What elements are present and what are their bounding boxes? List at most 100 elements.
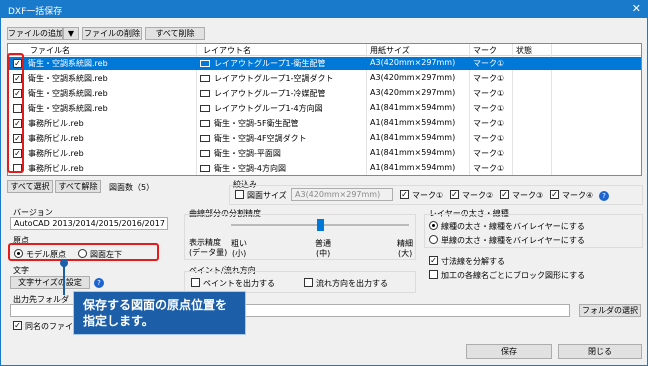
cell-file: 事務所ビル.reb — [28, 134, 84, 143]
cell-layout: 衛生・空調-平面図 — [214, 149, 281, 158]
paint-label: ペイントを出力する — [203, 279, 275, 288]
layout-icon — [200, 105, 210, 112]
delete-all-button[interactable]: すべて削除 — [145, 27, 205, 40]
cell-layout: 衛生・空調-5F衛生配管 — [214, 119, 299, 128]
table-row[interactable]: ✓ 事務所ビル.reb 衛生・空調-平面図 A1(841mm×594mm) マーク① — [8, 147, 641, 160]
table-row[interactable]: ✓ 事務所ビル.reb 衛生・空調-4F空調ダクト A1(841mm×594mm) マー… — [8, 132, 641, 145]
version-select[interactable]: AutoCAD 2013/2014/2015/2016/2017 — [10, 217, 168, 230]
add-file-button[interactable]: ファイルの追加 — [7, 27, 63, 40]
col-paper[interactable]: 用紙サイズ — [370, 45, 410, 56]
layout-icon — [200, 150, 210, 157]
flow-checkbox[interactable] — [304, 278, 313, 287]
checkbox-column-highlight — [7, 53, 24, 173]
dim-label: 寸法線を分解する — [441, 257, 505, 266]
mark-filter-label: マーク② — [462, 191, 494, 200]
help-icon-text[interactable]: ? — [94, 278, 104, 288]
mark-filter-label: マーク④ — [562, 191, 594, 200]
col-layout[interactable]: レイアウト名 — [203, 45, 251, 56]
mark-filter-checkbox[interactable]: ✓ — [550, 190, 559, 199]
select-all-button[interactable]: すべて選択 — [7, 180, 53, 193]
cell-layout: レイアウトグループ1-衛生配管 — [214, 59, 326, 68]
table-row[interactable]: ✓ 衛生・空調系統図.reb レイアウトグループ1-衛生配管 A3(420mm×297… — [8, 57, 641, 70]
cell-layout: レイアウトグループ1-冷媒配管 — [214, 89, 326, 98]
callout-line1: 保存する図面の原点位置を — [83, 298, 228, 312]
paint-checkbox[interactable] — [191, 278, 200, 287]
window-title: DXF一括保存 — [8, 7, 63, 17]
layer-opt1-radio[interactable] — [429, 221, 438, 230]
cell-file: 衛生・空調系統図.reb — [28, 104, 108, 113]
cell-mark: マーク① — [473, 149, 505, 158]
cell-file: 衛生・空調系統図.reb — [28, 89, 108, 98]
cell-layout: 衛生・空調-4F空調ダクト — [214, 134, 307, 143]
mark-filter-checkbox[interactable]: ✓ — [500, 190, 509, 199]
title-bar: DXF一括保存 ✕ — [1, 1, 647, 18]
col-status[interactable]: 状態 — [516, 45, 532, 56]
layout-icon — [200, 135, 210, 142]
cell-mark: マーク① — [473, 104, 505, 113]
mark-filter-label: マーク① — [412, 191, 444, 200]
cell-layout: 衛生・空調-4方向図 — [214, 164, 286, 173]
cell-mark: マーク① — [473, 74, 505, 83]
cell-mark: マーク① — [473, 89, 505, 98]
paper-size-checkbox[interactable] — [235, 190, 244, 199]
table-row[interactable]: ✓ 事務所ビル.reb 衛生・空調-5F衛生配管 A1(841mm×594mm) マーク… — [8, 117, 641, 130]
layout-icon — [200, 75, 210, 82]
cell-paper: A1(841mm×594mm) — [370, 163, 456, 172]
cell-paper: A1(841mm×594mm) — [370, 118, 456, 127]
col-mark[interactable]: マーク — [473, 45, 497, 56]
cell-paper: A3(420mm×297mm) — [370, 58, 456, 67]
subtick-medium: (中) — [316, 249, 331, 258]
cell-mark: マーク① — [473, 164, 505, 173]
dxf-save-dialog: DXF一括保存 ✕ ファイルの追加 ▼ ファイルの削除 すべて削除 ファイル名 … — [0, 0, 648, 366]
file-list-header: ファイル名 レイアウト名 用紙サイズ マーク 状態 — [8, 44, 641, 56]
dim-checkbox[interactable]: ✓ — [429, 256, 438, 265]
mark-filter-checkbox[interactable]: ✓ — [400, 190, 409, 199]
layer-opt1-label: 線種の太さ・線種をバイレイヤーにする — [441, 222, 585, 231]
table-row[interactable]: ✓ 衛生・空調系統図.reb レイアウトグループ1-空調ダクト A3(420mm×29… — [8, 72, 641, 85]
cell-mark: マーク① — [473, 119, 505, 128]
mark-filter-label: マーク③ — [512, 191, 544, 200]
cell-file: 衛生・空調系統図.reb — [28, 59, 108, 68]
same-name-checkbox[interactable]: ✓ — [13, 321, 22, 330]
chevron-down-icon[interactable]: ▼ — [63, 27, 79, 40]
col-file[interactable]: ファイル名 — [30, 45, 70, 56]
close-button[interactable]: 閉じる — [558, 344, 642, 359]
table-row[interactable]: ✓ 衛生・空調系統図.reb レイアウトグループ1-冷媒配管 A3(420mm×297… — [8, 87, 641, 100]
table-row[interactable]: 衛生・空調系統図.reb レイアウトグループ1-4方向図 A1(841mm×594m… — [8, 102, 641, 115]
cell-file: 事務所ビル.reb — [28, 149, 84, 158]
cell-mark: マーク① — [473, 134, 505, 143]
flow-label: 流れ方向を出力する — [316, 279, 388, 288]
block-label: 加工の各線名ごとにブロック図形にする — [441, 271, 586, 280]
callout-pointer-line — [63, 265, 65, 295]
text-size-button[interactable]: 文字サイズの設定 — [10, 276, 90, 289]
block-checkbox[interactable] — [429, 270, 438, 279]
origin-highlight — [8, 243, 159, 261]
table-row[interactable]: 事務所ビル.reb 衛生・空調-4方向図 A1(841mm×594mm) マーク① — [8, 162, 641, 175]
save-button[interactable]: 保存 — [466, 344, 552, 359]
cell-paper: A3(420mm×297mm) — [370, 88, 456, 97]
cell-file: 事務所ビル.reb — [28, 164, 84, 173]
cell-mark: マーク① — [473, 59, 505, 68]
browse-folder-button[interactable]: フォルダの選択 — [579, 304, 641, 317]
layout-icon — [200, 60, 210, 67]
curve-left-label: 表示精度 (データ量) — [189, 238, 228, 257]
clear-all-button[interactable]: すべて解除 — [55, 180, 101, 193]
layer-opt2-label: 単線の太さ・線種をバイレイヤーにする — [441, 236, 585, 245]
mark-filter-checkbox[interactable]: ✓ — [450, 190, 459, 199]
cell-paper: A1(841mm×594mm) — [370, 103, 456, 112]
cell-file: 衛生・空調系統図.reb — [28, 74, 108, 83]
file-list: ファイル名 レイアウト名 用紙サイズ マーク 状態 ✓ 衛生・空調系統図.reb レ… — [7, 43, 642, 176]
slider-thumb[interactable] — [317, 219, 324, 231]
delete-file-button[interactable]: ファイルの削除 — [82, 27, 142, 40]
help-icon[interactable]: ? — [599, 191, 609, 201]
callout-tooltip: 保存する図面の原点位置を 指定します。 — [73, 291, 246, 335]
paper-size-select[interactable]: A3(420mm×297mm) — [291, 188, 393, 201]
layer-opt2-radio[interactable] — [429, 235, 438, 244]
cell-layout: レイアウトグループ1-4方向図 — [214, 104, 323, 113]
subtick-large: (大) — [398, 249, 413, 258]
close-icon[interactable]: ✕ — [632, 2, 641, 15]
text-title: 文字 — [13, 266, 29, 275]
paper-size-label: 図面サイズ — [247, 191, 287, 200]
cell-layout: レイアウトグループ1-空調ダクト — [214, 74, 334, 83]
layout-icon — [200, 165, 210, 172]
